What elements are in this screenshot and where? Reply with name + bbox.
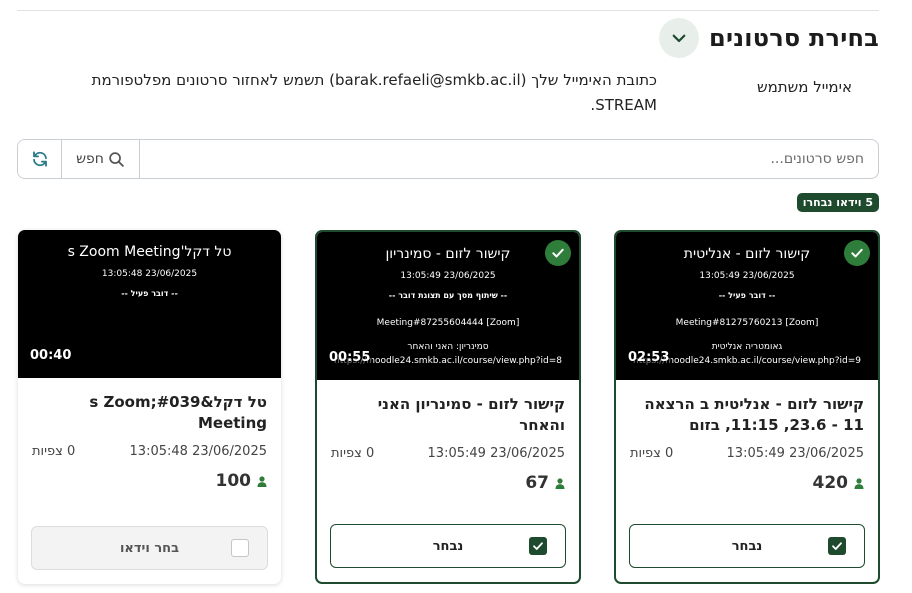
checkbox-checked-icon xyxy=(529,537,547,555)
video-datetime: 23/06/2025 13:05:48 xyxy=(129,444,267,459)
page-title: בחירת סרטונים xyxy=(709,24,879,52)
check-circle-icon xyxy=(844,240,870,266)
thumbnail-date: 23/06/2025 13:05:49 xyxy=(400,271,496,281)
select-button-label: נבחר xyxy=(731,538,763,554)
section-header: בחירת סרטונים xyxy=(659,18,879,58)
collapse-button[interactable] xyxy=(659,18,700,58)
search-button[interactable]: חפש xyxy=(62,140,140,178)
thumbnail-title: קישור לזום - סמינריון xyxy=(385,246,511,262)
person-icon xyxy=(555,477,565,489)
video-thumbnail: קישור לזום - סמינריון 23/06/2025 13:05:4… xyxy=(317,232,579,380)
participants-value: 420 xyxy=(812,473,849,493)
person-icon xyxy=(257,475,267,487)
participants-count: 420 xyxy=(630,473,864,493)
user-email-label: אימייל משתמש xyxy=(756,78,852,96)
participants-count: 67 xyxy=(331,473,565,493)
video-views: 0 צפיות xyxy=(331,446,375,461)
video-card[interactable]: קישור לזום - אנליטית 23/06/2025 13:05:49… xyxy=(614,230,880,584)
video-thumbnail: קישור לזום - אנליטית 23/06/2025 13:05:49… xyxy=(616,232,878,380)
thumbnail-title: קישור לזום - אנליטית xyxy=(683,246,811,262)
video-title: טל דקל&#039;s Zoom Meeting xyxy=(89,393,267,432)
participants-value: 67 xyxy=(525,473,549,493)
thumbnail-status: -- דובר פעיל -- xyxy=(718,291,776,300)
video-card[interactable]: טל דקל's Zoom Meeting 23/06/2025 13:05:4… xyxy=(18,230,281,584)
thumbnail-meeting-id: [Zoom] Meeting#81275760213 xyxy=(675,318,819,328)
check-circle-icon xyxy=(545,240,571,266)
thumbnail-meeting-id: [Zoom] Meeting#87255604444 xyxy=(376,318,520,328)
chevron-down-icon xyxy=(672,34,686,43)
thumbnail-date: 23/06/2025 13:05:49 xyxy=(699,271,795,281)
search-input[interactable] xyxy=(140,140,878,178)
selected-count-badge: 5 וידאו נבחרו xyxy=(796,193,879,212)
video-card[interactable]: קישור לזום - סמינריון 23/06/2025 13:05:4… xyxy=(315,230,581,584)
video-title: קישור לזום - אנליטית ב הרצאה 11 - 23.6, … xyxy=(644,395,864,434)
select-video-button[interactable]: נבחר xyxy=(330,524,566,568)
duration-badge: 00:55 xyxy=(327,349,373,366)
video-views: 0 צפיות xyxy=(32,444,76,459)
participants-value: 100 xyxy=(215,471,252,491)
top-divider xyxy=(17,10,879,11)
select-video-button[interactable]: בחר וידאו xyxy=(31,526,268,570)
video-thumbnail: טל דקל's Zoom Meeting 23/06/2025 13:05:4… xyxy=(18,230,281,378)
thumbnail-status: -- שיתוף מסך עם תצוגת דובר -- xyxy=(388,291,508,300)
duration-badge: 02:53 xyxy=(626,349,672,366)
user-email-info: כתובת האימייל שלך (barak.refaeli@smkb.ac… xyxy=(91,71,657,114)
checkbox-empty-icon xyxy=(231,539,249,557)
participants-count: 100 xyxy=(32,471,267,491)
duration-badge: 00:40 xyxy=(28,347,74,364)
person-icon xyxy=(854,477,864,489)
search-button-label: חפש xyxy=(76,151,104,167)
select-button-label: בחר וידאו xyxy=(119,540,180,556)
video-datetime: 23/06/2025 13:05:49 xyxy=(427,446,565,461)
thumbnail-date: 23/06/2025 13:05:48 xyxy=(101,269,198,279)
search-bar: חפש xyxy=(17,139,879,179)
thumbnail-title: טל דקל's Zoom Meeting xyxy=(67,244,232,260)
video-datetime: 23/06/2025 13:05:49 xyxy=(726,446,864,461)
video-views: 0 צפיות xyxy=(630,446,674,461)
thumbnail-status: -- דובר פעיל -- xyxy=(121,289,178,298)
select-button-label: נבחר xyxy=(432,538,464,554)
select-video-button[interactable]: נבחר xyxy=(629,524,865,568)
video-title: קישור לזום - סמינריון האני והאחר xyxy=(377,395,565,434)
refresh-icon xyxy=(32,151,47,167)
checkbox-checked-icon xyxy=(828,537,846,555)
search-icon xyxy=(109,151,124,167)
refresh-button[interactable] xyxy=(18,140,62,178)
